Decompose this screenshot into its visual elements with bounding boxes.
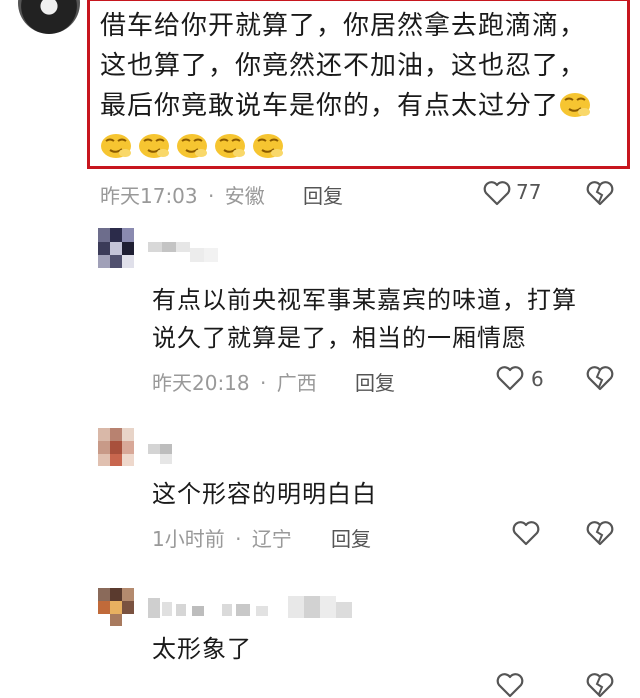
location: 安徽 bbox=[224, 184, 265, 208]
comment-line: 这个形容的明明白白 bbox=[152, 480, 377, 508]
smirk-emoji-icon bbox=[560, 93, 591, 117]
comment-body: 借车给你开就算了，你居然拿去跑滴滴， 这也算了，你竟然还不加油，这也忍了， 最后… bbox=[100, 6, 620, 126]
separator: · bbox=[208, 184, 215, 208]
username-pixelated[interactable] bbox=[148, 238, 220, 264]
avatar[interactable] bbox=[98, 228, 134, 268]
separator: · bbox=[235, 527, 242, 551]
reply-body: 这个形容的明明白白 bbox=[152, 475, 377, 513]
like-count: 6 bbox=[531, 367, 544, 391]
timestamp: 1小时前 bbox=[152, 527, 225, 551]
smirk-emoji-icon bbox=[215, 134, 245, 158]
dislike-broken-heart-icon[interactable] bbox=[586, 365, 614, 391]
comment-line: 太形象了 bbox=[152, 635, 252, 663]
like-heart-icon[interactable] bbox=[512, 520, 540, 546]
reply-body: 太形象了 bbox=[152, 630, 252, 668]
reply-button[interactable]: 回复 bbox=[303, 180, 343, 209]
comment-meta: 昨天17:03 · 安徽 bbox=[100, 180, 265, 209]
username-pixelated[interactable] bbox=[148, 596, 360, 620]
dislike-broken-heart-icon[interactable] bbox=[586, 180, 614, 206]
avatar[interactable] bbox=[18, 0, 80, 34]
avatar[interactable] bbox=[98, 588, 134, 626]
like-count: 77 bbox=[516, 180, 542, 204]
smirk-emoji-icon bbox=[101, 134, 131, 158]
comment-meta: 1小时前 · 辽宁 bbox=[152, 523, 292, 552]
comment-line: 有点以前央视军事某嘉宾的味道，打算 bbox=[152, 286, 577, 314]
like-heart-icon[interactable] bbox=[496, 365, 524, 391]
dislike-broken-heart-icon[interactable] bbox=[586, 520, 614, 546]
smirk-emoji-icon bbox=[177, 134, 207, 158]
reply-body: 有点以前央视军事某嘉宾的味道，打算 说久了就算是了，相当的一厢情愿 bbox=[152, 281, 577, 357]
comment-meta: 昨天20:18 · 广西 bbox=[152, 367, 317, 396]
like-heart-icon[interactable] bbox=[483, 180, 511, 206]
reply-button[interactable]: 回复 bbox=[355, 367, 395, 396]
comment-line: 最后你竟敢说车是你的，有点太过分了 bbox=[100, 86, 620, 126]
username-pixelated[interactable] bbox=[148, 440, 178, 464]
comment-line: 借车给你开就算了，你居然拿去跑滴滴， bbox=[100, 11, 587, 41]
comment-line: 说久了就算是了，相当的一厢情愿 bbox=[152, 324, 527, 352]
location: 广西 bbox=[276, 371, 317, 395]
avatar[interactable] bbox=[98, 428, 134, 466]
comment-line: 这也算了，你竟然还不加油，这也忍了， bbox=[100, 51, 587, 81]
reply-button[interactable]: 回复 bbox=[331, 523, 371, 552]
smirk-emoji-icon bbox=[139, 134, 169, 158]
emoji-row bbox=[100, 131, 290, 159]
smirk-emoji-icon bbox=[253, 134, 283, 158]
timestamp: 昨天17:03 bbox=[100, 184, 198, 208]
location: 辽宁 bbox=[251, 527, 292, 551]
timestamp: 昨天20:18 bbox=[152, 371, 250, 395]
separator: · bbox=[260, 371, 267, 395]
dislike-broken-heart-icon[interactable] bbox=[586, 672, 614, 698]
like-heart-icon[interactable] bbox=[496, 672, 524, 698]
